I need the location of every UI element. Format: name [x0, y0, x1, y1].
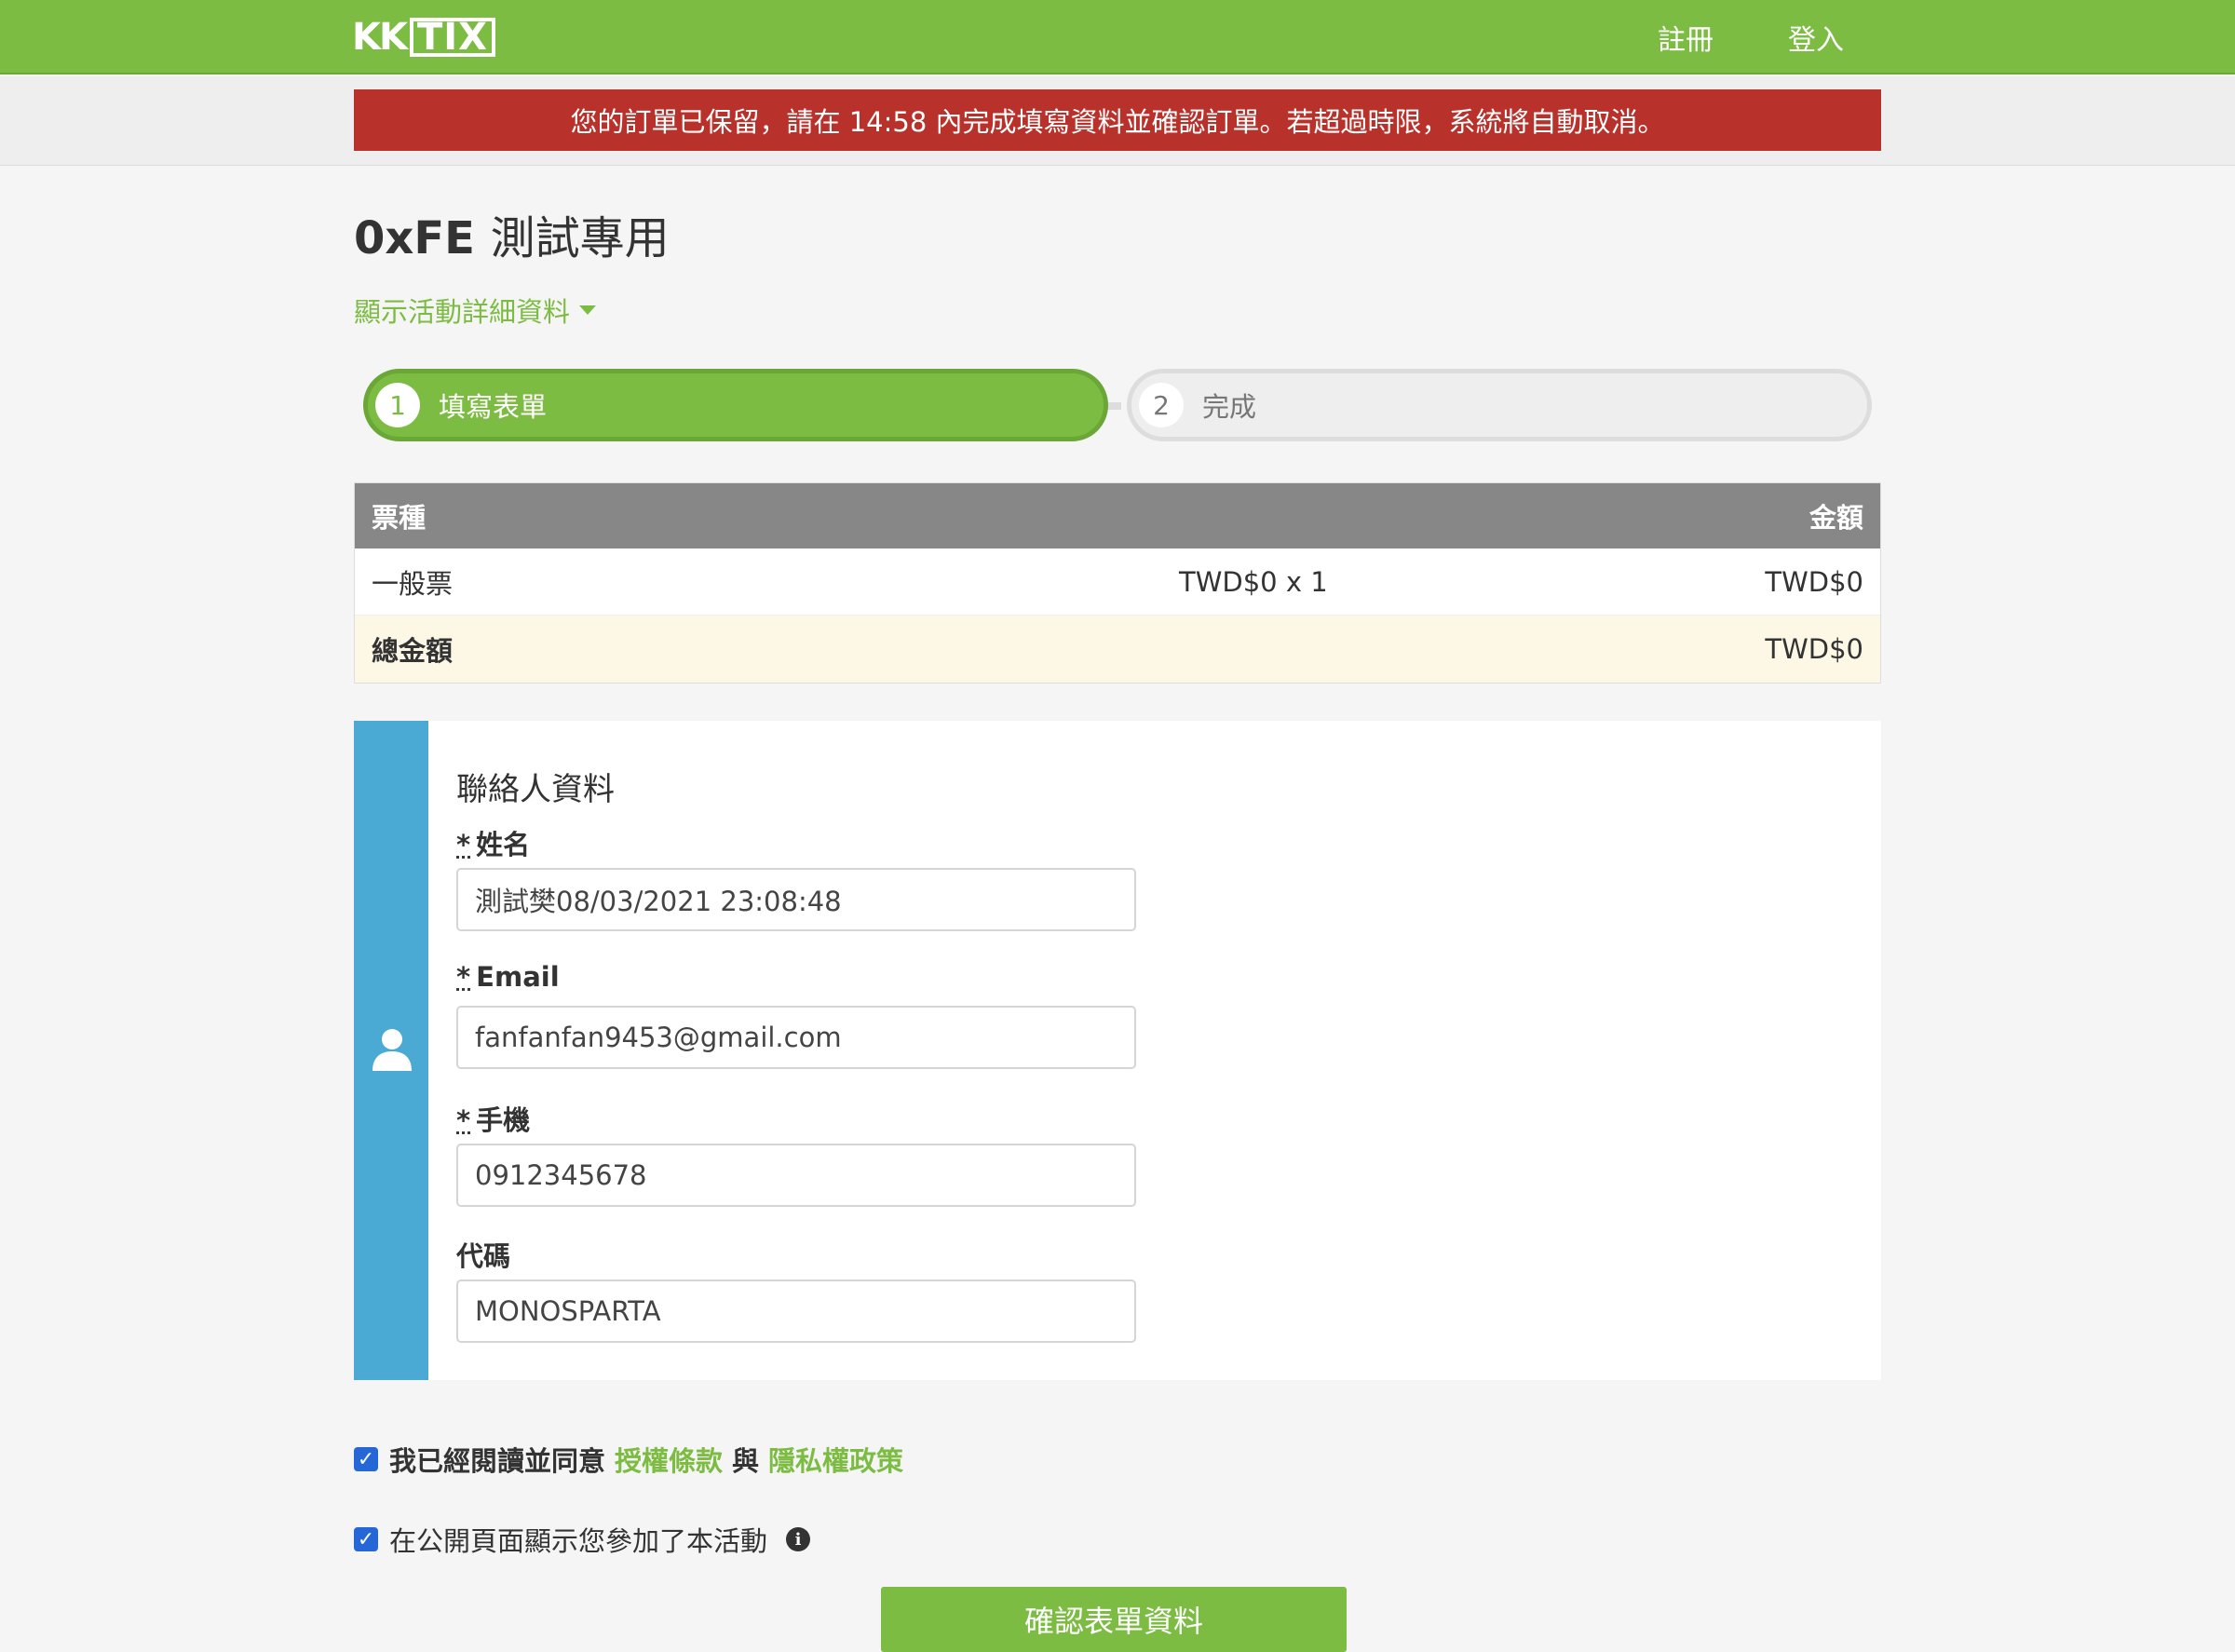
- privacy-policy-link[interactable]: 隱私權政策: [768, 1440, 903, 1479]
- show-event-details-link[interactable]: 顯示活動詳細資料: [354, 291, 597, 330]
- register-link[interactable]: 註冊: [1658, 17, 1714, 58]
- name-input[interactable]: 測試樊08/03/2021 23:08:48: [456, 868, 1136, 931]
- info-icon[interactable]: i: [786, 1527, 811, 1551]
- confirm-form-button[interactable]: 確認表單資料: [881, 1587, 1347, 1652]
- ticket-name: 一般票: [372, 567, 454, 600]
- name-label: * 姓名: [456, 823, 530, 862]
- table-header: 票種 金額: [355, 483, 1880, 548]
- logo-kk-text: KK: [352, 16, 408, 59]
- step-fill-form: 1 填寫表單: [363, 369, 1108, 441]
- caret-down-icon: [579, 305, 597, 315]
- mobile-label: * 手機: [456, 1099, 530, 1138]
- terms-link[interactable]: 授權條款: [615, 1440, 723, 1479]
- table-total-row: 總金額 TWD$0: [355, 616, 1880, 683]
- required-mark: *: [456, 829, 471, 860]
- progress-steps: 1 填寫表單 2 完成: [363, 369, 1872, 443]
- step-label: 完成: [1202, 391, 1257, 423]
- agreement-checkbox[interactable]: ✓: [354, 1447, 378, 1471]
- kktix-logo[interactable]: KK TIX: [352, 16, 496, 59]
- public-display-row: ✓ 在公開頁面顯示您參加了本活動 i: [354, 1520, 811, 1559]
- agreement-text: 我已經閱讀並同意: [389, 1445, 606, 1477]
- mobile-label-text: 手機: [476, 1104, 531, 1136]
- col-amount: 金額: [1808, 502, 1863, 534]
- contact-title: 聯絡人資料: [456, 771, 615, 808]
- email-label: * Email: [456, 961, 560, 993]
- total-label: 總金額: [372, 635, 454, 667]
- step-number: 2: [1139, 383, 1184, 427]
- step-number: 1: [375, 383, 420, 427]
- ticket-amount: TWD$0: [1765, 565, 1863, 598]
- contact-side-bar: [354, 721, 428, 1380]
- public-display-checkbox[interactable]: ✓: [354, 1527, 378, 1551]
- code-input[interactable]: MONOSPARTA: [456, 1280, 1136, 1343]
- email-input[interactable]: fanfanfan9453@gmail.com: [456, 1006, 1136, 1069]
- name-label-text: 姓名: [476, 829, 531, 860]
- table-row: 一般票 TWD$0 x 1 TWD$0: [355, 548, 1880, 616]
- code-label: 代碼: [456, 1235, 510, 1274]
- required-mark: *: [456, 1104, 471, 1136]
- agreement-and: 與: [732, 1445, 760, 1477]
- user-icon: [372, 1029, 412, 1071]
- event-title-prefix: 0xFE: [354, 212, 475, 264]
- event-title-suffix: 測試專用: [490, 212, 670, 264]
- mobile-input[interactable]: 0912345678: [456, 1144, 1136, 1207]
- reservation-timer-notice: 您的訂單已保留，請在 14:58 內完成填寫資料並確認訂單。若超過時限，系統將自…: [354, 89, 1881, 151]
- event-title: 0xFE 測試專用: [354, 201, 670, 266]
- email-label-text: Email: [476, 961, 560, 993]
- step-label: 填寫表單: [439, 391, 548, 423]
- required-mark: *: [456, 961, 471, 993]
- step-complete: 2 完成: [1127, 369, 1872, 441]
- notice-band: 您的訂單已保留，請在 14:58 內完成填寫資料並確認訂單。若超過時限，系統將自…: [0, 76, 2235, 166]
- logo-tix-text: TIX: [410, 18, 496, 57]
- ticket-qty: TWD$0 x 1: [1179, 565, 1328, 598]
- top-navbar: KK TIX 註冊 登入: [0, 0, 2235, 74]
- total-amount: TWD$0: [1765, 633, 1863, 665]
- ticket-summary-table: 票種 金額 一般票 TWD$0 x 1 TWD$0 總金額 TWD$0: [354, 482, 1881, 684]
- col-ticket-type: 票種: [372, 502, 427, 534]
- show-event-details-label: 顯示活動詳細資料: [354, 296, 571, 328]
- public-display-label: 在公開頁面顯示您參加了本活動: [389, 1525, 768, 1557]
- agreement-row: ✓ 我已經閱讀並同意 授權條款 與 隱私權政策: [354, 1440, 913, 1479]
- code-label-text: 代碼: [456, 1240, 511, 1272]
- contact-info-panel: 聯絡人資料 * 姓名 測試樊08/03/2021 23:08:48 * Email …: [354, 721, 1881, 1380]
- login-link[interactable]: 登入: [1788, 17, 1844, 58]
